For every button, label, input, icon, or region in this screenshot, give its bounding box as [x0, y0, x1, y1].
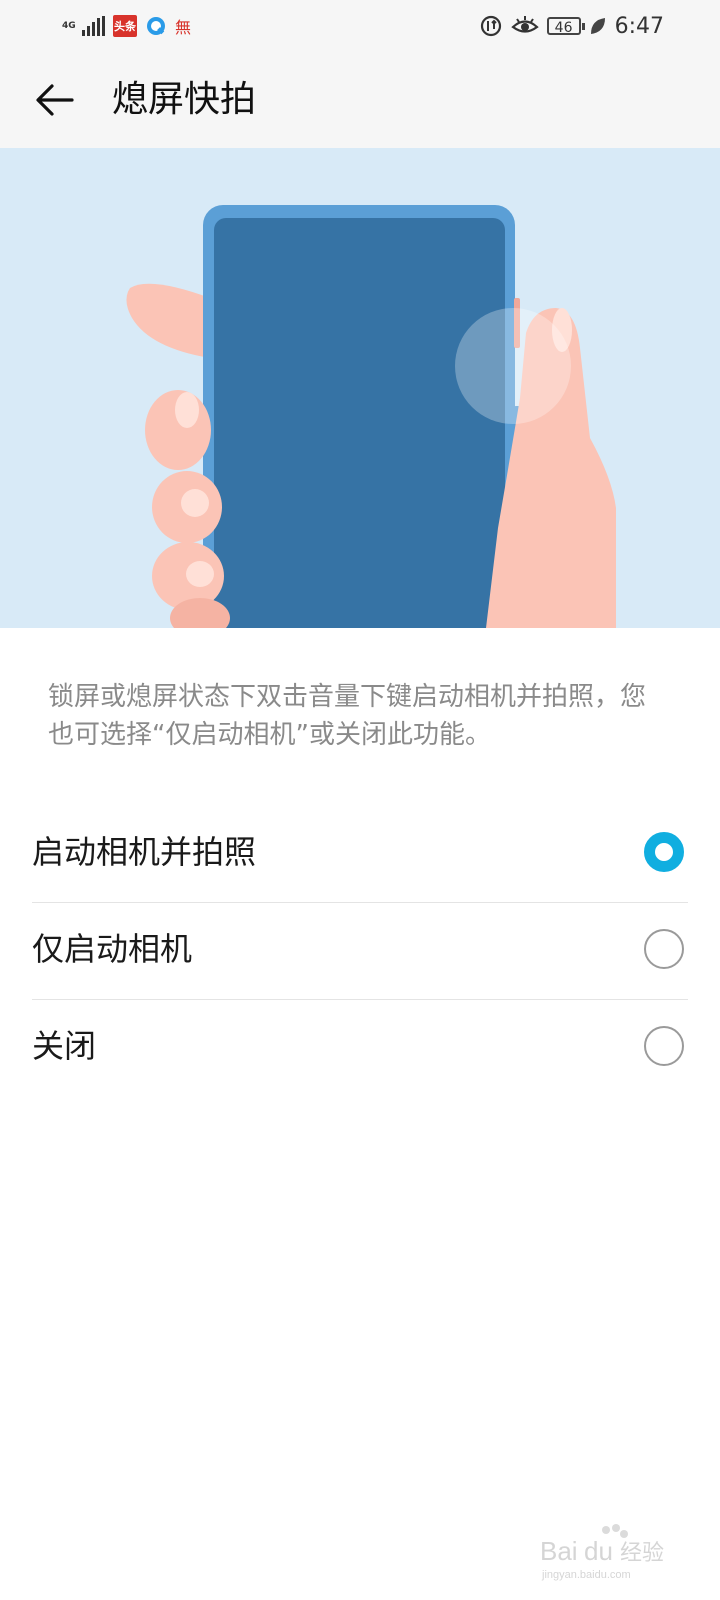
- status-right: 46 6:47: [479, 12, 664, 40]
- option-launch-and-shoot[interactable]: 启动相机并拍照: [32, 806, 688, 903]
- network-type: 4G: [62, 20, 76, 31]
- radio-button[interactable]: [644, 929, 684, 969]
- option-label: 仅启动相机: [32, 930, 193, 968]
- phone-hand-illustration: [126, 205, 616, 628]
- baidu-jingyan-watermark: Bai du 经验 jingyan.baidu.com: [540, 1522, 680, 1582]
- option-label: 关闭: [32, 1027, 97, 1065]
- back-button[interactable]: [28, 72, 84, 128]
- status-left: 4G 头条 無: [62, 12, 191, 40]
- app-header: 熄屏快拍: [0, 52, 720, 148]
- eye-comfort-icon: [510, 16, 539, 33]
- svg-text:Bai: Bai: [540, 1536, 578, 1566]
- data-saver-icon: [480, 15, 501, 37]
- svg-text:jingyan.baidu.com: jingyan.baidu.com: [541, 1569, 631, 1581]
- option-label: 启动相机并拍照: [32, 833, 257, 871]
- wu-app-icon: 無: [175, 18, 192, 37]
- baidu-paw-logo: Bai du 经验 jingyan.baidu.com: [540, 1524, 664, 1581]
- hero-illustration: [0, 148, 720, 628]
- arrow-left-icon: [36, 84, 74, 116]
- signal-icon: [82, 16, 105, 36]
- leaf-icon: [590, 18, 605, 34]
- q-app-icon: [147, 17, 165, 35]
- option-launch-only[interactable]: 仅启动相机: [32, 903, 688, 1000]
- svg-text:经验: 经验: [620, 1541, 664, 1566]
- status-bar: 4G 头条 無 46 6:47: [0, 0, 720, 52]
- toutiao-app-icon: 头条: [113, 15, 137, 37]
- clock: 6:47: [614, 13, 664, 39]
- radio-button[interactable]: [644, 1026, 684, 1066]
- option-list: 启动相机并拍照 仅启动相机 关闭: [32, 806, 688, 1096]
- option-off[interactable]: 关闭: [32, 1000, 688, 1096]
- battery-icon: 46: [546, 17, 585, 36]
- feature-description: 锁屏或熄屏状态下双击音量下键启动相机并拍照，您也可选择“仅启动相机”或关闭此功能…: [48, 682, 647, 750]
- svg-text:du: du: [584, 1536, 613, 1566]
- radio-button-selected[interactable]: [644, 832, 684, 872]
- page-title: 熄屏快拍: [112, 79, 257, 120]
